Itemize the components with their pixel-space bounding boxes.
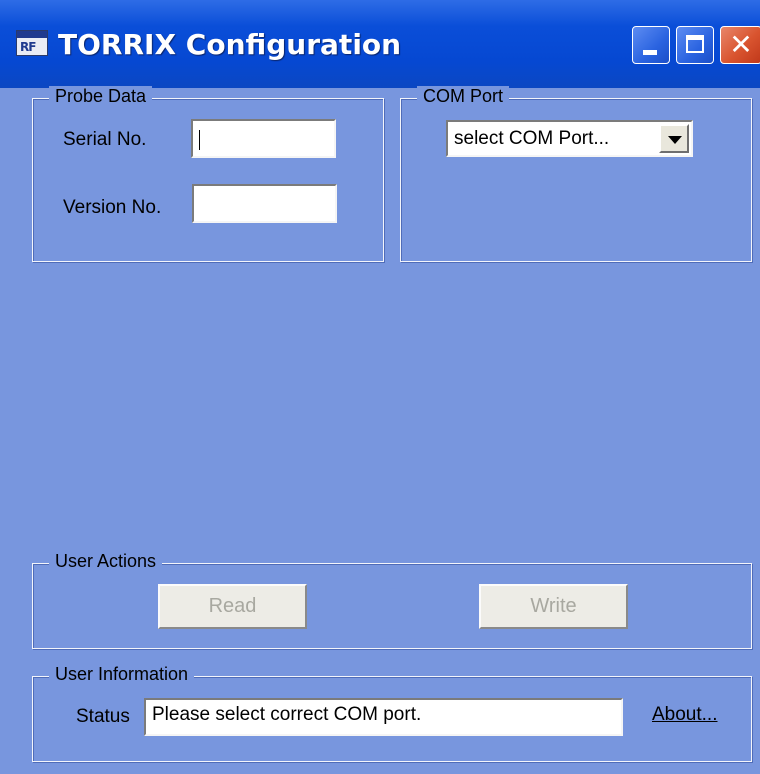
probe-data-legend: Probe Data — [49, 86, 153, 107]
chevron-down-icon — [668, 136, 682, 144]
app-icon-bar — [17, 31, 47, 38]
app-icon-glyph: RF — [20, 40, 36, 54]
status-label: Status — [76, 706, 130, 727]
close-icon: ✕ — [729, 28, 753, 61]
user-information-legend: User Information — [49, 664, 195, 685]
status-field: Please select correct COM port. — [144, 698, 623, 736]
user-actions-legend: User Actions — [49, 551, 163, 572]
com-port-selected-value: select COM Port... — [454, 128, 610, 149]
version-no-label: Version No. — [63, 197, 162, 218]
com-port-legend: COM Port — [417, 86, 510, 107]
serial-no-label: Serial No. — [63, 129, 147, 150]
about-link[interactable]: About... — [652, 704, 718, 726]
window-title: TORRIX Configuration — [58, 28, 402, 61]
maximize-button[interactable] — [676, 26, 714, 64]
text-caret — [199, 130, 200, 150]
com-port-select[interactable]: select COM Port... — [446, 120, 693, 157]
close-button[interactable]: ✕ — [720, 26, 760, 64]
read-button[interactable]: Read — [158, 584, 307, 629]
minimize-button[interactable] — [632, 26, 670, 64]
com-port-dropdown-button[interactable] — [659, 124, 689, 153]
maximize-icon — [686, 35, 704, 53]
torrix-config-window: RF TORRIX Configuration ✕ Probe Data Ser… — [0, 0, 760, 774]
version-no-field[interactable] — [192, 184, 337, 223]
minimize-icon — [643, 50, 657, 55]
write-button[interactable]: Write — [479, 584, 628, 629]
user-actions-group: User Actions — [32, 551, 752, 649]
serial-no-field[interactable] — [191, 119, 336, 158]
app-icon[interactable]: RF — [16, 30, 48, 56]
title-bar[interactable]: RF TORRIX Configuration ✕ — [0, 0, 760, 88]
